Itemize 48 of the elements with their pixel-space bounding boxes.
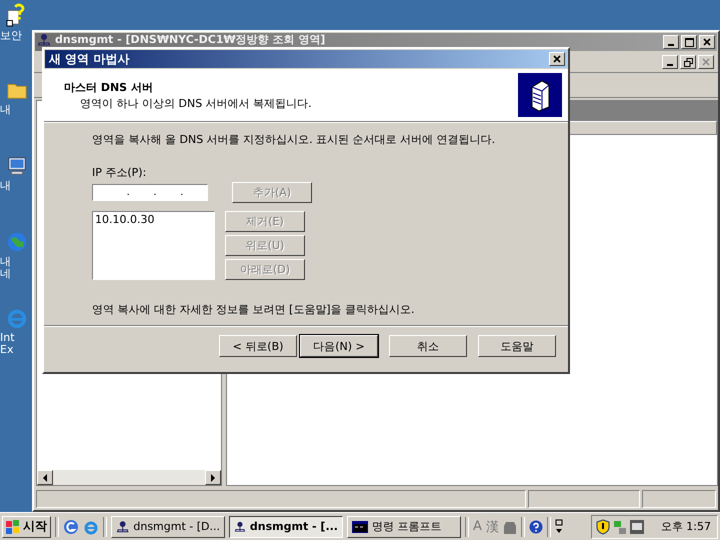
instruction-text: 영역을 복사해 올 DNS 서버를 지정하십시오. 표시된 순서대로 서버에 연결됩니다. <box>92 132 496 147</box>
ip-address-label: IP 주소(P): <box>92 165 148 180</box>
help-icon[interactable] <box>528 520 543 534</box>
dialog-button[interactable]: < 뒤로(B) <box>219 335 297 357</box>
desktop-icon-label: 보안 <box>0 30 22 42</box>
language-bar-icon[interactable] <box>554 518 563 534</box>
close-button[interactable] <box>698 55 714 69</box>
close-icon <box>553 55 561 63</box>
minimize-button[interactable] <box>662 55 678 69</box>
restore-button[interactable] <box>680 55 696 69</box>
close-button[interactable] <box>699 35 715 49</box>
window-title: dnsmgmt - [DNS₩NYC-DC1₩정방향 조회 영역] <box>55 33 326 46</box>
close-button[interactable] <box>549 52 565 66</box>
page-subtitle: 영역이 하나 이상의 DNS 서버에서 복제됩니다. <box>79 96 313 110</box>
dns-icon <box>116 520 130 534</box>
scroll-left-icon <box>42 474 48 482</box>
start-button[interactable]: 시작 <box>2 516 51 538</box>
clock: 오후 1:57 <box>660 519 711 534</box>
scroll-right-icon <box>210 474 216 482</box>
desktop-icon-label: 내 <box>0 180 12 192</box>
horizontal-scrollbar[interactable] <box>37 470 221 485</box>
list-item[interactable]: 10.10.0.30 <box>93 212 214 227</box>
dns-icon <box>37 33 51 47</box>
minimize-button[interactable] <box>663 35 679 49</box>
console-icon <box>352 520 368 532</box>
server-list[interactable]: 10.10.0.30 <box>92 211 215 280</box>
shield-icon[interactable] <box>596 518 610 534</box>
taskbar-button[interactable]: 명령 프롬프트 <box>347 516 461 538</box>
server-icon <box>518 73 562 117</box>
taskbar-button[interactable]: dnsmgmt - [D... <box>111 516 225 538</box>
desktop-icon-label: 내 네 <box>0 256 12 280</box>
windows-logo-icon <box>6 520 20 534</box>
maximize-button[interactable] <box>681 35 697 49</box>
help-text: 영역 복사에 대한 자세한 정보를 보려면 [도움말]을 클릭하십시오. <box>92 302 416 317</box>
desktop-icon-label: 내 <box>0 104 12 116</box>
taskbar-button[interactable]: dnsmgmt - [... <box>229 516 343 538</box>
close-icon <box>703 38 711 46</box>
dialog-button[interactable]: 취소 <box>389 335 467 357</box>
dialog-title: 새 영역 마법사 <box>49 50 130 68</box>
dialog-button[interactable]: 도움말 <box>478 335 556 357</box>
dialog-button[interactable]: 다음(N) > <box>300 335 378 357</box>
desktop-icon-label: Int Ex <box>0 332 16 356</box>
restore-icon <box>684 58 692 66</box>
close-icon <box>702 58 710 66</box>
maximize-icon <box>684 38 694 46</box>
ip-address-field[interactable]: . . . <box>92 184 208 201</box>
dns-icon <box>234 520 246 534</box>
page-title: 마스터 DNS 서버 <box>64 80 154 94</box>
